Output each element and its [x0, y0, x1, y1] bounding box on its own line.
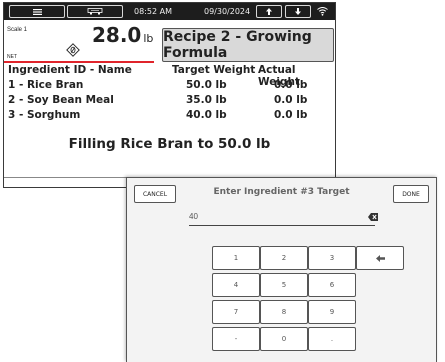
- key-0[interactable]: 0: [260, 327, 308, 351]
- wifi-icon: [317, 7, 328, 16]
- ingredient-name: 1 - Rice Bran: [8, 79, 84, 91]
- ingredient-name: 3 - Sorghum: [8, 109, 81, 121]
- status-date: 09/30/2024: [204, 7, 251, 16]
- key-4[interactable]: 4: [212, 273, 260, 297]
- target-input-field[interactable]: 40: [189, 210, 375, 224]
- scale-icon: [87, 8, 103, 15]
- scale-weight-unit: lb: [143, 32, 154, 45]
- done-button[interactable]: DONE: [393, 185, 429, 203]
- target-weight: 50.0 lb: [186, 79, 227, 91]
- key-minus[interactable]: -: [212, 327, 260, 351]
- table-row: 2 - Soy Bean Meal 35.0 lb 0.0 lb: [4, 94, 335, 110]
- download-button[interactable]: [285, 5, 311, 18]
- target-weight: 35.0 lb: [186, 94, 227, 106]
- dialog-title: Enter Ingredient #3 Target: [213, 187, 350, 197]
- actual-weight: 0.0 lb: [274, 79, 308, 91]
- key-9[interactable]: 9: [308, 300, 356, 324]
- scale-label: Scale 1: [7, 27, 28, 33]
- arrow-left-icon: [375, 254, 385, 262]
- hamburger-menu-icon: [32, 8, 42, 15]
- key-6[interactable]: 6: [308, 273, 356, 297]
- actual-weight: 0.0 lb: [274, 109, 308, 121]
- table-row: 3 - Sorghum 40.0 lb 0.0 lb: [4, 109, 335, 125]
- arrow-down-icon: [295, 8, 301, 15]
- scale-weight-display: 28.0 lb: [92, 23, 153, 47]
- key-8[interactable]: 8: [260, 300, 308, 324]
- key-3[interactable]: 3: [308, 246, 356, 270]
- zero-icon: [66, 43, 80, 57]
- status-bar: 08:52 AM 09/30/2024: [4, 3, 335, 20]
- status-message: Filling Rice Bran to 50.0 lb: [68, 136, 271, 152]
- target-weight: 40.0 lb: [186, 109, 227, 121]
- scale-button[interactable]: [67, 5, 123, 18]
- keypad-dialog: CANCEL Enter Ingredient #3 Target DONE 4…: [126, 177, 437, 362]
- actual-weight: 0.0 lb: [274, 94, 308, 106]
- scale-weight-value: 28.0: [92, 23, 142, 47]
- net-mode-label: NET: [7, 54, 17, 60]
- key-5[interactable]: 5: [260, 273, 308, 297]
- arrow-up-icon: [266, 8, 272, 15]
- input-underline: [189, 225, 375, 226]
- key-decimal[interactable]: .: [308, 327, 356, 351]
- left-arrow-key[interactable]: [356, 246, 404, 270]
- upload-button[interactable]: [256, 5, 282, 18]
- scale-underline: [4, 61, 154, 63]
- menu-button[interactable]: [9, 5, 65, 18]
- status-time: 08:52 AM: [134, 7, 172, 16]
- header-ingredient: Ingredient ID - Name: [8, 64, 132, 76]
- recipe-title-button[interactable]: Recipe 2 - Growing Formula: [162, 28, 334, 62]
- ingredient-name: 2 - Soy Bean Meal: [8, 94, 114, 106]
- key-1[interactable]: 1: [212, 246, 260, 270]
- table-row: 1 - Rice Bran 50.0 lb 0.0 lb: [4, 79, 335, 95]
- main-screen: 08:52 AM 09/30/2024 Scale 1 28.0 lb NET R…: [3, 2, 336, 188]
- backspace-icon[interactable]: [368, 213, 378, 221]
- key-2[interactable]: 2: [260, 246, 308, 270]
- key-7[interactable]: 7: [212, 300, 260, 324]
- header-target-weight: Target Weight: [172, 64, 256, 76]
